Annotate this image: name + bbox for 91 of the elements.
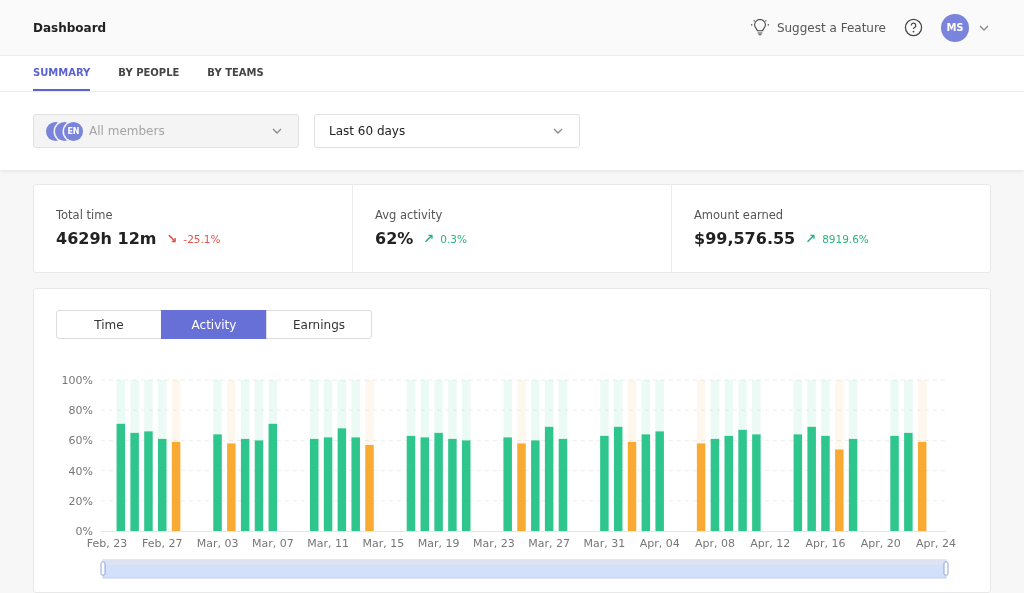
y-axis-label: 60% <box>68 434 93 448</box>
x-axis-label: Apr, 20 <box>860 537 901 550</box>
x-axis-label: Mar, 31 <box>583 537 626 550</box>
y-axis-label: 40% <box>68 464 93 478</box>
column-shade-drawing <box>752 380 761 435</box>
column-shade-drawing <box>627 380 637 442</box>
x-axis-label: Mar, 11 <box>307 537 349 550</box>
column-shade-drawing <box>227 380 236 444</box>
stat-change: 8919.6% <box>822 232 869 245</box>
column-shade-drawing <box>890 380 899 436</box>
column-shade-drawing <box>724 380 733 436</box>
x-axis-label: Apr, 12 <box>750 537 791 550</box>
x-axis-label: Apr, 16 <box>805 537 846 550</box>
caret-icon <box>553 128 563 134</box>
column-shade-drawing <box>337 380 347 429</box>
tab[interactable]: BY PEOPLE <box>118 56 180 91</box>
stat-value: $99,576.55 <box>694 229 796 248</box>
suggest-feature-link[interactable]: Suggest a Feature <box>750 18 886 37</box>
column-shade-drawing <box>710 380 720 439</box>
x-axis-label: Mar, 03 <box>196 537 239 550</box>
chart-tab[interactable]: Earnings <box>266 310 372 339</box>
column-shade-drawing <box>116 380 126 424</box>
column-shade-drawing <box>171 380 181 442</box>
trend-arrow: ↗ <box>423 231 435 246</box>
caret-icon <box>979 24 989 31</box>
caret-icon <box>272 128 282 134</box>
column-shade-drawing <box>254 380 264 441</box>
x-axis-label: Apr, 24 <box>916 537 956 550</box>
column-shade-drawing <box>268 380 278 424</box>
chart-tab[interactable]: Activity <box>161 310 267 339</box>
column-shade-drawing <box>904 380 913 433</box>
x-axis-label: Mar, 23 <box>473 537 515 550</box>
stat-value: 62% <box>375 229 414 248</box>
column-shade-drawing <box>462 380 471 441</box>
tab[interactable]: BY TEAMS <box>207 56 264 91</box>
column-shade-drawing <box>365 380 374 445</box>
stat-value: 4629h 12m <box>56 229 157 248</box>
column-shade-drawing <box>613 380 623 427</box>
chart-tab[interactable]: Time <box>56 310 162 339</box>
column-shade-drawing <box>738 380 747 430</box>
column-shade-drawing <box>835 380 844 450</box>
column-shade-drawing <box>793 380 803 435</box>
x-axis-label: Mar, 19 <box>417 537 460 550</box>
y-axis-label: 20% <box>68 494 93 508</box>
column-shade-drawing <box>240 380 250 439</box>
column-shade-drawing <box>213 380 222 435</box>
stat-change: 0.3% <box>440 232 467 245</box>
column-shade-drawing <box>641 380 651 435</box>
lightbulb-icon <box>750 18 769 37</box>
x-axis-label: Apr, 04 <box>639 537 680 550</box>
column-shade-drawing <box>696 380 706 444</box>
column-shade-drawing <box>130 380 139 433</box>
column-shade-drawing <box>848 380 858 439</box>
trend-arrow: ↗ <box>805 231 817 246</box>
column-shade-drawing <box>558 380 568 439</box>
column-shade-drawing <box>917 380 927 442</box>
column-shade-drawing <box>310 380 319 439</box>
column-shade-drawing <box>144 380 153 432</box>
stat-label: Total time <box>56 208 114 222</box>
stat-change: -25.1% <box>183 232 221 245</box>
column-shade-drawing <box>517 380 526 444</box>
column-shade-drawing <box>807 380 816 427</box>
stat-label: Amount earned <box>694 208 785 222</box>
y-axis-label: 80% <box>68 404 93 418</box>
y-axis-label: 100% <box>61 374 93 387</box>
page-title: Dashboard <box>33 20 107 35</box>
column-shade-drawing <box>351 380 360 438</box>
column-shade-drawing <box>406 380 416 436</box>
column-shade-drawing <box>158 380 167 439</box>
column-shade-drawing <box>434 380 443 433</box>
column-shade-drawing <box>531 380 540 441</box>
x-axis-label: Feb, 23 <box>86 537 128 550</box>
column-shade-drawing <box>503 380 512 438</box>
x-axis-label: Mar, 27 <box>528 537 570 550</box>
x-axis-label: Mar, 15 <box>362 537 405 550</box>
column-shade-drawing <box>323 380 333 438</box>
x-axis-label: Mar, 07 <box>251 537 294 550</box>
y-axis-label: 0% <box>75 525 93 538</box>
x-axis-label: Apr, 08 <box>694 537 735 550</box>
column-shade-drawing <box>655 380 664 432</box>
stat-label: Avg activity <box>375 208 444 222</box>
member-avatar: EN <box>64 121 83 141</box>
column-shade-drawing <box>544 380 554 427</box>
x-axis-label: Feb, 27 <box>142 537 183 550</box>
column-shade-drawing <box>448 380 457 439</box>
date-range-dropdown[interactable]: Last 60 days <box>314 114 580 148</box>
trend-arrow: ↘ <box>166 231 178 246</box>
column-shade-drawing <box>420 380 430 438</box>
column-shade-drawing <box>600 380 609 436</box>
column-shade-drawing <box>821 380 830 436</box>
help-icon[interactable] <box>904 18 923 37</box>
